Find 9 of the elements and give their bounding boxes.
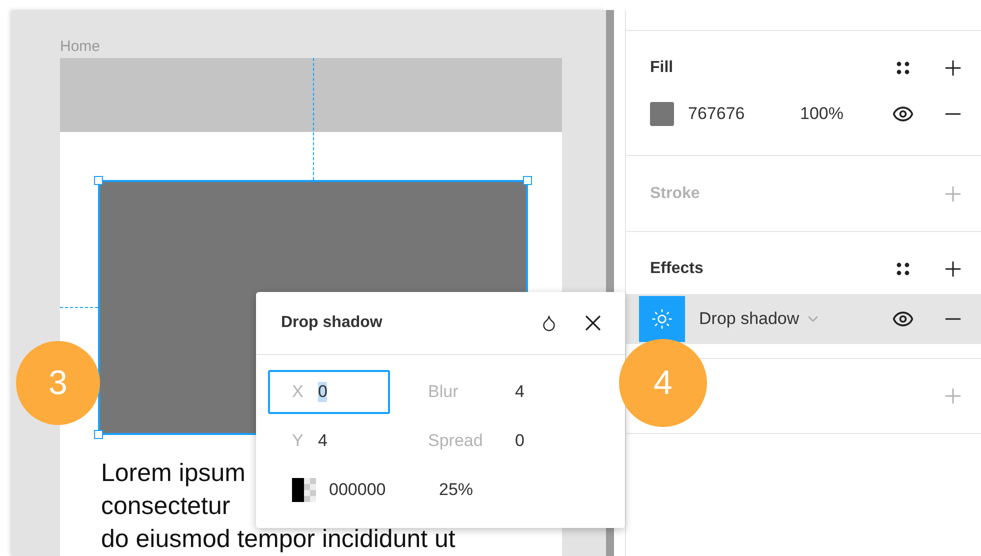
- body-text: do eiusmod tempor incididunt ut: [101, 524, 456, 555]
- step-badge: 4: [619, 339, 707, 427]
- body-text: Lorem ipsum: [101, 458, 246, 489]
- section-title: Effects: [650, 260, 704, 278]
- section-title: Fill: [650, 59, 674, 77]
- body-text: consectetur: [101, 491, 230, 522]
- section-title: Stroke: [650, 184, 701, 202]
- frame-label: Home: [60, 38, 102, 57]
- popup-title: Drop shadow: [281, 314, 384, 332]
